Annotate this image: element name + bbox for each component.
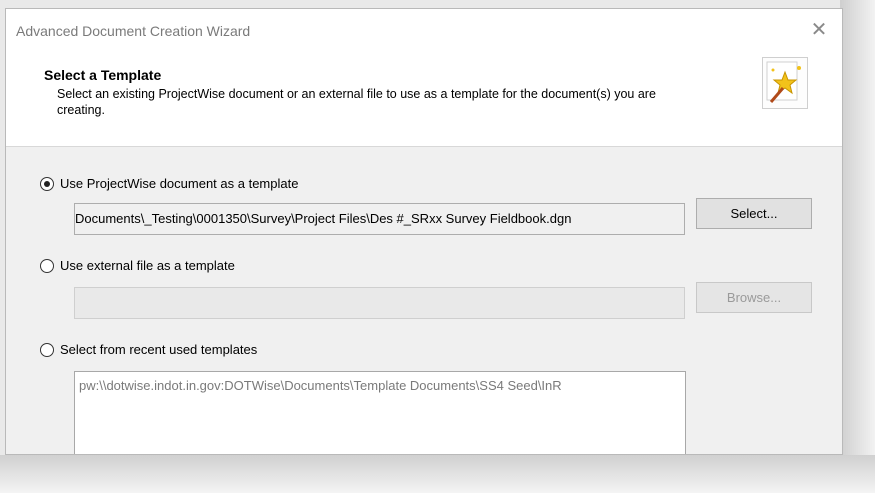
wizard-dialog: Advanced Document Creation Wizard ✕ Sele… xyxy=(5,8,843,455)
wizard-header: Select a Template Select an existing Pro… xyxy=(6,49,842,147)
select-button[interactable]: Select... xyxy=(696,198,812,229)
radio-button[interactable] xyxy=(40,342,54,357)
window-shadow-right xyxy=(840,0,875,493)
window-shadow-bottom xyxy=(0,455,875,493)
radio-recent-label: Select from recent used templates xyxy=(60,342,258,357)
page-title: Select a Template xyxy=(44,67,162,83)
radio-recent-templates[interactable]: Select from recent used templates xyxy=(40,342,257,357)
title-bar: Advanced Document Creation Wizard ✕ xyxy=(6,9,842,49)
radio-button[interactable] xyxy=(40,258,54,273)
browse-button[interactable]: Browse... xyxy=(696,282,812,313)
recent-templates-list[interactable]: pw:\\dotwise.indot.in.gov:DOTWise\Docume… xyxy=(74,371,686,454)
page-description: Select an existing ProjectWise document … xyxy=(57,87,656,117)
wizard-wand-icon xyxy=(762,57,808,109)
radio-button-checked[interactable] xyxy=(40,176,54,191)
radio-projectwise-label: Use ProjectWise document as a template xyxy=(60,176,299,191)
close-icon: ✕ xyxy=(810,19,828,41)
radio-external-template[interactable]: Use external file as a template xyxy=(40,258,235,273)
close-button[interactable]: ✕ xyxy=(804,17,834,43)
external-file-path-field[interactable] xyxy=(74,287,685,319)
list-item[interactable]: pw:\\dotwise.indot.in.gov:DOTWise\Docume… xyxy=(79,378,685,393)
radio-external-label: Use external file as a template xyxy=(60,258,235,273)
radio-projectwise-template[interactable]: Use ProjectWise document as a template xyxy=(40,176,298,191)
window-title: Advanced Document Creation Wizard xyxy=(16,23,251,39)
projectwise-document-path-field[interactable]: Documents\_Testing\0001350\Survey\Projec… xyxy=(74,203,685,235)
